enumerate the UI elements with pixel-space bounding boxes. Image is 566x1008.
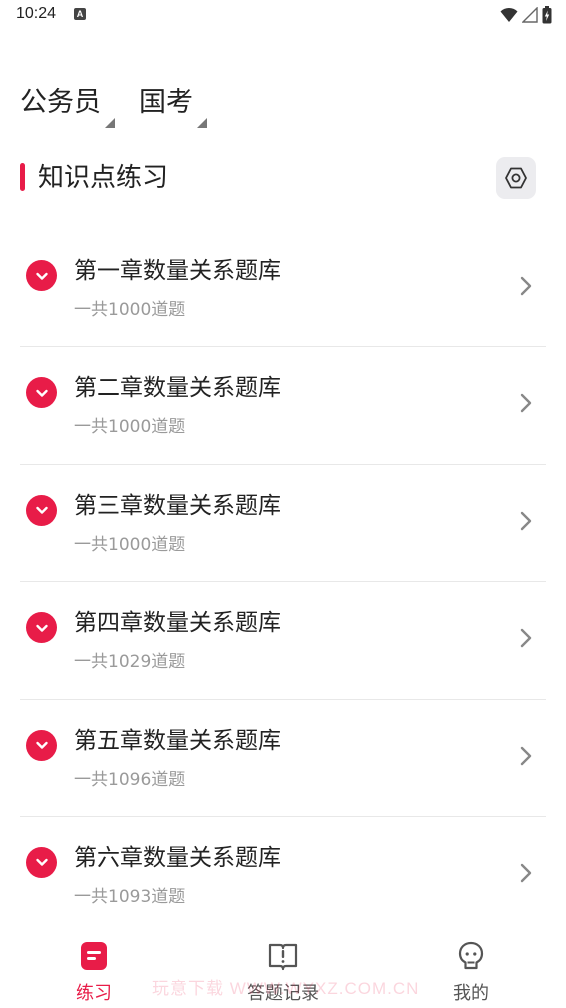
chapter-title: 第一章数量关系题库 (74, 258, 281, 284)
hexagon-settings-icon (505, 167, 527, 189)
exam-selector: 公务员 国考 (20, 84, 231, 128)
list-item[interactable]: 第三章数量关系题库 一共1000道题 (20, 465, 546, 583)
wifi-icon (500, 7, 518, 22)
chevron-right-icon[interactable] (520, 628, 532, 648)
expand-chevron-icon[interactable] (26, 846, 57, 878)
status-bar: 10:24 A (0, 0, 566, 30)
chevron-right-icon[interactable] (520, 276, 532, 296)
battery-charging-icon (542, 6, 552, 24)
profile-icon (455, 940, 487, 972)
list-item[interactable]: 第四章数量关系题库 一共1029道题 (20, 582, 546, 700)
list-item[interactable]: 第五章数量关系题库 一共1096道题 (20, 700, 546, 817)
exam-category-dropdown[interactable]: 公务员 (20, 84, 115, 128)
expand-chevron-icon[interactable] (26, 260, 57, 291)
notification-badge-icon: A (74, 8, 86, 20)
nav-label-mine: 我的 (453, 983, 489, 1004)
list-item[interactable]: 第二章数量关系题库 一共1000道题 (20, 347, 546, 465)
chapter-question-count: 一共1096道题 (74, 769, 186, 790)
expand-chevron-icon[interactable] (26, 494, 57, 526)
chapter-list: 第一章数量关系题库 一共1000道题 第二章数量关系题库 一共1000道题 第三… (20, 230, 546, 934)
chapter-question-count: 一共1029道题 (74, 652, 186, 673)
cellular-signal-icon (522, 7, 538, 23)
list-item[interactable]: 第一章数量关系题库 一共1000道题 (20, 230, 546, 348)
dropdown-triangle-icon (105, 118, 115, 128)
expand-chevron-icon[interactable] (26, 729, 57, 761)
expand-chevron-icon[interactable] (26, 612, 57, 644)
chapter-title: 第六章数量关系题库 (74, 844, 281, 871)
chapter-title: 第四章数量关系题库 (74, 610, 281, 637)
section-title: 知识点练习 (38, 163, 169, 193)
exam-type-label: 国考 (139, 87, 193, 118)
records-icon (267, 940, 299, 972)
exam-type-dropdown[interactable]: 国考 (139, 84, 207, 128)
list-item[interactable]: 第六章数量关系题库 一共1093道题 (20, 817, 546, 934)
dropdown-triangle-icon (197, 118, 207, 128)
section-accent-bar (20, 163, 25, 191)
status-icons (500, 5, 552, 25)
expand-chevron-icon[interactable] (26, 377, 57, 409)
chapter-title: 第三章数量关系题库 (74, 492, 281, 519)
nav-label-practice: 练习 (76, 983, 112, 1004)
chapter-question-count: 一共1000道题 (74, 300, 186, 320)
settings-button[interactable] (496, 157, 536, 199)
chevron-right-icon[interactable] (520, 511, 532, 531)
chevron-right-icon[interactable] (520, 863, 532, 883)
watermark-text: 玩意下载 WWW.WYXZ.COM.CN (152, 979, 420, 998)
chapter-title: 第五章数量关系题库 (74, 727, 281, 754)
chevron-right-icon[interactable] (520, 393, 532, 413)
chapter-question-count: 一共1000道题 (74, 417, 186, 438)
section-header: 知识点练习 (20, 157, 536, 199)
nav-tab-practice[interactable]: 练习 (34, 930, 154, 1008)
exam-category-label: 公务员 (20, 87, 101, 118)
chapter-title: 第二章数量关系题库 (74, 375, 281, 402)
nav-tab-mine[interactable]: 我的 (411, 930, 531, 1008)
chapter-question-count: 一共1000道题 (74, 534, 186, 555)
practice-icon (78, 940, 110, 972)
status-time: 10:24 (16, 5, 57, 22)
chevron-right-icon[interactable] (520, 746, 532, 766)
chapter-question-count: 一共1093道题 (74, 886, 186, 907)
